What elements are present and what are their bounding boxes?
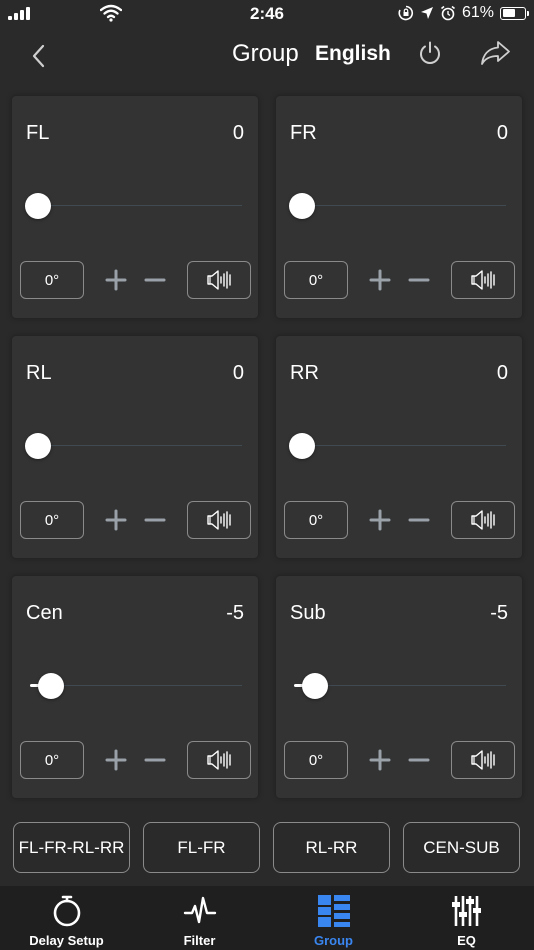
tab-delay-setup[interactable]: Delay Setup xyxy=(0,886,133,950)
channel-card-sub: Sub -5 0° xyxy=(276,576,522,798)
slider-thumb[interactable] xyxy=(289,193,315,219)
slider-thumb[interactable] xyxy=(25,193,51,219)
minus-icon[interactable] xyxy=(143,508,167,532)
mute-button[interactable] xyxy=(451,741,515,779)
tab-filter[interactable]: Filter xyxy=(133,886,266,950)
channel-card-fr: FR 0 0° xyxy=(276,96,522,318)
group-button-fl-fr[interactable]: FL-FR xyxy=(143,822,260,873)
status-right: 61% xyxy=(398,4,529,22)
level-slider[interactable] xyxy=(290,671,506,701)
channel-name: RL xyxy=(26,362,52,384)
slider-thumb[interactable] xyxy=(25,433,51,459)
level-slider[interactable] xyxy=(289,191,506,221)
channel-level-value: 0 xyxy=(232,362,244,384)
mute-button[interactable] xyxy=(451,501,515,539)
plus-icon[interactable] xyxy=(104,268,128,292)
plus-icon[interactable] xyxy=(104,748,128,772)
mute-button[interactable] xyxy=(187,501,251,539)
tab-label: Filter xyxy=(183,933,216,948)
plus-icon[interactable] xyxy=(104,508,128,532)
tab-bar: Delay Setup Filter Group EQ xyxy=(0,886,534,950)
rotation-lock-icon xyxy=(398,5,414,21)
slider-track xyxy=(302,445,506,446)
phase-button[interactable]: 0° xyxy=(284,501,348,539)
level-slider[interactable] xyxy=(289,431,506,461)
alarm-icon xyxy=(440,5,455,21)
speaker-icon xyxy=(471,510,495,530)
tab-eq[interactable]: EQ xyxy=(400,886,533,950)
location-icon xyxy=(420,7,433,19)
phase-button[interactable]: 0° xyxy=(284,741,348,779)
channel-name: FL xyxy=(26,122,50,144)
minus-icon[interactable] xyxy=(407,268,431,292)
level-slider[interactable] xyxy=(25,431,242,461)
plus-icon[interactable] xyxy=(368,508,392,532)
channel-card-fl: FL 0 0° xyxy=(12,96,258,318)
channel-card-rl: RL 0 0° xyxy=(12,336,258,558)
group-button-fl-fr-rl-rr[interactable]: FL-FR-RL-RR xyxy=(13,822,130,873)
level-slider[interactable] xyxy=(25,191,242,221)
speaker-icon xyxy=(471,750,495,770)
phase-button[interactable]: 0° xyxy=(20,501,84,539)
slider-thumb[interactable] xyxy=(38,673,65,699)
language-toggle[interactable]: English xyxy=(315,42,391,66)
tab-label: EQ xyxy=(457,933,476,948)
channel-level-value: 0 xyxy=(496,362,508,384)
phase-button[interactable]: 0° xyxy=(20,261,84,299)
page-title: Group xyxy=(232,40,299,67)
share-arrow-icon[interactable] xyxy=(480,39,512,67)
slider-track xyxy=(38,685,242,686)
waveform-icon xyxy=(183,896,216,924)
speaker-icon xyxy=(471,270,495,290)
slider-track xyxy=(302,685,506,686)
mute-button[interactable] xyxy=(187,261,251,299)
phase-button[interactable]: 0° xyxy=(20,741,84,779)
level-slider[interactable] xyxy=(26,671,242,701)
mute-button[interactable] xyxy=(187,741,251,779)
status-bar: 2:46 61% xyxy=(0,0,534,28)
group-buttons: FL-FR-RL-RR FL-FR RL-RR CEN-SUB xyxy=(13,822,521,874)
slider-track xyxy=(302,205,506,206)
channel-level-value: -5 xyxy=(490,602,508,624)
power-icon[interactable] xyxy=(416,39,444,67)
minus-icon[interactable] xyxy=(143,748,167,772)
sliders-icon xyxy=(451,896,481,926)
tab-label: Group xyxy=(314,933,353,948)
speaker-icon xyxy=(207,750,231,770)
battery-percent: 61% xyxy=(461,4,494,21)
channel-name: RR xyxy=(290,362,319,384)
channel-level-value: 0 xyxy=(496,122,508,144)
stopwatch-icon xyxy=(53,895,80,927)
minus-icon[interactable] xyxy=(407,748,431,772)
channel-name: FR xyxy=(290,122,317,144)
group-button-cen-sub[interactable]: CEN-SUB xyxy=(403,822,520,873)
grid-icon xyxy=(317,895,350,927)
speaker-icon xyxy=(207,510,231,530)
channel-level-value: 0 xyxy=(232,122,244,144)
slider-thumb[interactable] xyxy=(289,433,315,459)
minus-icon[interactable] xyxy=(407,508,431,532)
channel-name: Sub xyxy=(290,602,326,624)
group-button-rl-rr[interactable]: RL-RR xyxy=(273,822,390,873)
mute-button[interactable] xyxy=(451,261,515,299)
tab-group[interactable]: Group xyxy=(267,886,400,950)
slider-track xyxy=(38,445,242,446)
slider-thumb[interactable] xyxy=(302,673,329,699)
nav-bar: Group English xyxy=(0,28,534,82)
channel-card-rr: RR 0 0° xyxy=(276,336,522,558)
channel-level-value: -5 xyxy=(226,602,244,624)
channel-card-cen: Cen -5 0° xyxy=(12,576,258,798)
channel-name: Cen xyxy=(26,602,63,624)
phase-button[interactable]: 0° xyxy=(284,261,348,299)
plus-icon[interactable] xyxy=(368,268,392,292)
minus-icon[interactable] xyxy=(143,268,167,292)
speaker-icon xyxy=(207,270,231,290)
plus-icon[interactable] xyxy=(368,748,392,772)
tab-label: Delay Setup xyxy=(29,933,104,948)
back-chevron-icon[interactable] xyxy=(24,40,56,72)
battery-icon xyxy=(500,6,529,20)
slider-track xyxy=(38,205,242,206)
